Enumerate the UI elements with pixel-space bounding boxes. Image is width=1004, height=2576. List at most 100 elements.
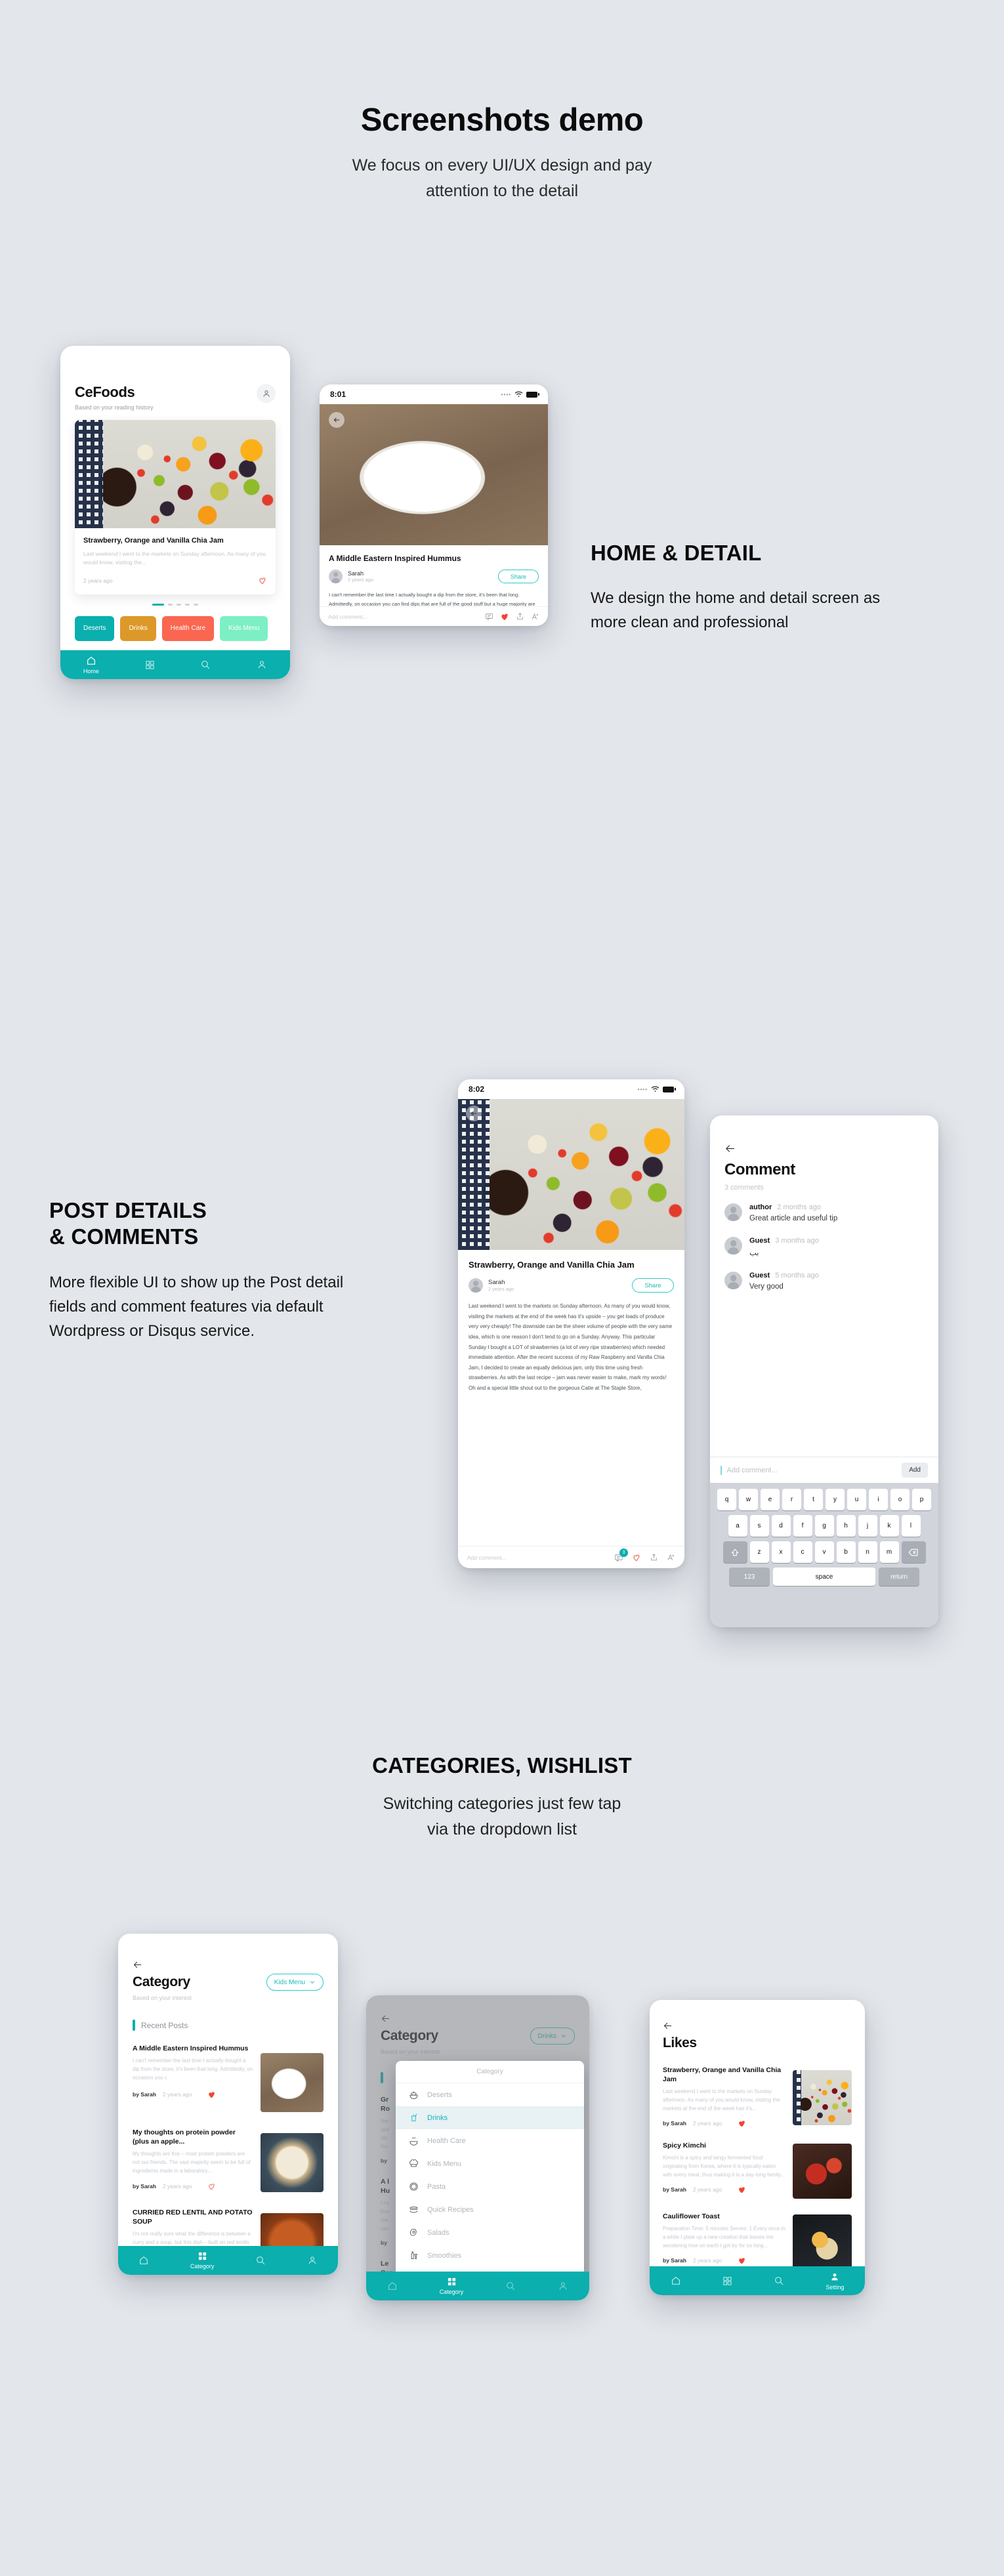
key-s[interactable]: s [749, 1515, 769, 1537]
nav-item-home[interactable] [138, 2255, 149, 2266]
nav-item-category[interactable] [145, 660, 155, 670]
category-selector[interactable]: Kids Menu [266, 1974, 324, 1991]
nav-item-setting[interactable]: Setting [826, 2272, 844, 2291]
nav-item-category[interactable]: Category [440, 2277, 463, 2295]
key-e[interactable]: e [761, 1489, 780, 1510]
nav-item-profile[interactable] [307, 2255, 318, 2266]
pager-dot[interactable] [194, 603, 198, 606]
key-a[interactable]: a [728, 1515, 747, 1537]
nav-item-search[interactable] [774, 2275, 784, 2286]
backspace-icon[interactable] [901, 1541, 926, 1563]
share-icon[interactable] [516, 612, 524, 621]
key-w[interactable]: w [739, 1489, 758, 1510]
list-item[interactable]: My thoughts on protein powder (plus an a… [133, 2128, 324, 2192]
list-item[interactable]: Spicy Kimchi Kimchi is a spicy and tangy… [663, 2141, 852, 2199]
key-return[interactable]: return [879, 1568, 919, 1586]
key-u[interactable]: u [847, 1489, 866, 1510]
nav-item-home[interactable] [671, 2275, 681, 2286]
key-space[interactable]: space [773, 1568, 875, 1586]
pager-dot-active[interactable] [152, 603, 164, 606]
add-comment-button[interactable]: Add [902, 1463, 928, 1478]
heart-filled-icon[interactable] [738, 2119, 746, 2128]
key-numbers[interactable]: 123 [729, 1568, 770, 1586]
heart-filled-icon[interactable] [500, 612, 509, 621]
key-r[interactable]: r [782, 1489, 801, 1510]
key-j[interactable]: j [858, 1515, 877, 1537]
dropdown-option-pasta[interactable]: Pasta [396, 2175, 584, 2198]
heart-outline-icon[interactable] [207, 2182, 216, 2191]
key-d[interactable]: d [771, 1515, 791, 1537]
heart-outline-icon[interactable] [632, 1553, 641, 1562]
key-z[interactable]: z [749, 1541, 769, 1563]
key-g[interactable]: g [814, 1515, 834, 1537]
heart-filled-icon[interactable] [738, 2256, 746, 2265]
key-h[interactable]: h [836, 1515, 856, 1537]
back-button[interactable] [329, 412, 345, 428]
chip-drinks[interactable]: Drinks [120, 615, 156, 641]
share-icon[interactable] [650, 1553, 658, 1562]
comment-icon[interactable]: 3 [614, 1548, 628, 1562]
dropdown-option-salads[interactable]: Salads [396, 2221, 584, 2244]
featured-card[interactable]: Strawberry, Orange and Vanilla Chia Jam … [75, 420, 276, 594]
key-p[interactable]: p [912, 1489, 931, 1510]
pager-dot[interactable] [185, 603, 190, 606]
nav-item-home[interactable] [387, 2281, 398, 2291]
comment-icon[interactable] [485, 612, 493, 621]
key-x[interactable]: x [771, 1541, 791, 1563]
back-button[interactable] [133, 1960, 324, 1970]
shift-icon[interactable] [722, 1541, 747, 1563]
nav-item-search[interactable] [505, 2281, 516, 2291]
dropdown-option-drinks[interactable]: Drinks [396, 2106, 584, 2129]
key-t[interactable]: t [804, 1489, 823, 1510]
nav-item-search[interactable] [255, 2255, 266, 2266]
nav-item-profile[interactable] [257, 659, 267, 670]
heart-outline-icon[interactable] [258, 576, 267, 585]
chip-health-care[interactable]: Health Care [161, 615, 215, 641]
key-q[interactable]: q [717, 1489, 736, 1510]
nav-item-search[interactable] [200, 659, 211, 670]
dropdown-option-health-care[interactable]: Health Care [396, 2129, 584, 2152]
key-f[interactable]: f [793, 1515, 812, 1537]
chip-kids-menu[interactable]: Kids Menu [220, 615, 268, 641]
back-button[interactable] [663, 2021, 852, 2031]
comment-input[interactable]: Add comment... [328, 613, 478, 620]
share-button[interactable]: Share [498, 570, 539, 583]
font-size-icon[interactable] [667, 1553, 675, 1562]
list-item[interactable]: Cauliflower Toast Preparation Time: 5 mi… [663, 2212, 852, 2270]
key-k[interactable]: k [879, 1515, 899, 1537]
key-o[interactable]: o [890, 1489, 910, 1510]
comment-input[interactable]: Add comment... [467, 1554, 606, 1561]
key-c[interactable]: c [793, 1541, 812, 1563]
dropdown-option-smoothies[interactable]: Smoothies [396, 2244, 584, 2267]
key-i[interactable]: i [869, 1489, 888, 1510]
nav-item-home[interactable]: Home [83, 655, 99, 675]
heart-filled-icon[interactable] [207, 2090, 216, 2099]
comment-input[interactable]: Add comment... [727, 1466, 897, 1474]
nav-item-category[interactable] [722, 2276, 732, 2286]
list-item[interactable]: Strawberry, Orange and Vanilla Chia Jam … [663, 2066, 852, 2128]
list-item[interactable]: A Middle Eastern Inspired Hummus I can't… [133, 2044, 324, 2112]
dropdown-option-kids-menu[interactable]: Kids Menu [396, 2152, 584, 2175]
profile-icon[interactable] [257, 384, 276, 403]
share-button[interactable]: Share [632, 1278, 674, 1293]
pager-dot[interactable] [177, 603, 181, 606]
dropdown-option-quick-recipes[interactable]: Quick Recipes [396, 2198, 584, 2221]
heart-filled-icon[interactable] [738, 2186, 746, 2194]
list-item[interactable]: author 2 months ago Great article and us… [724, 1203, 924, 1222]
key-l[interactable]: l [901, 1515, 921, 1537]
nav-item-profile[interactable] [558, 2281, 568, 2291]
list-item[interactable]: Guest 5 months ago Very good [724, 1272, 924, 1291]
key-m[interactable]: m [879, 1541, 899, 1563]
dropdown-option-deserts[interactable]: Deserts [396, 2083, 584, 2106]
list-item[interactable]: Guest 3 months ago بب [724, 1237, 924, 1257]
key-v[interactable]: v [814, 1541, 834, 1563]
key-n[interactable]: n [858, 1541, 877, 1563]
chip-deserts[interactable]: Deserts [75, 615, 115, 641]
pager-dot[interactable] [168, 603, 173, 606]
nav-item-category[interactable]: Category [190, 2251, 214, 2270]
key-b[interactable]: b [836, 1541, 856, 1563]
back-button[interactable] [466, 1106, 482, 1121]
font-size-icon[interactable] [531, 612, 539, 621]
key-y[interactable]: y [826, 1489, 845, 1510]
back-button[interactable] [724, 1143, 924, 1154]
